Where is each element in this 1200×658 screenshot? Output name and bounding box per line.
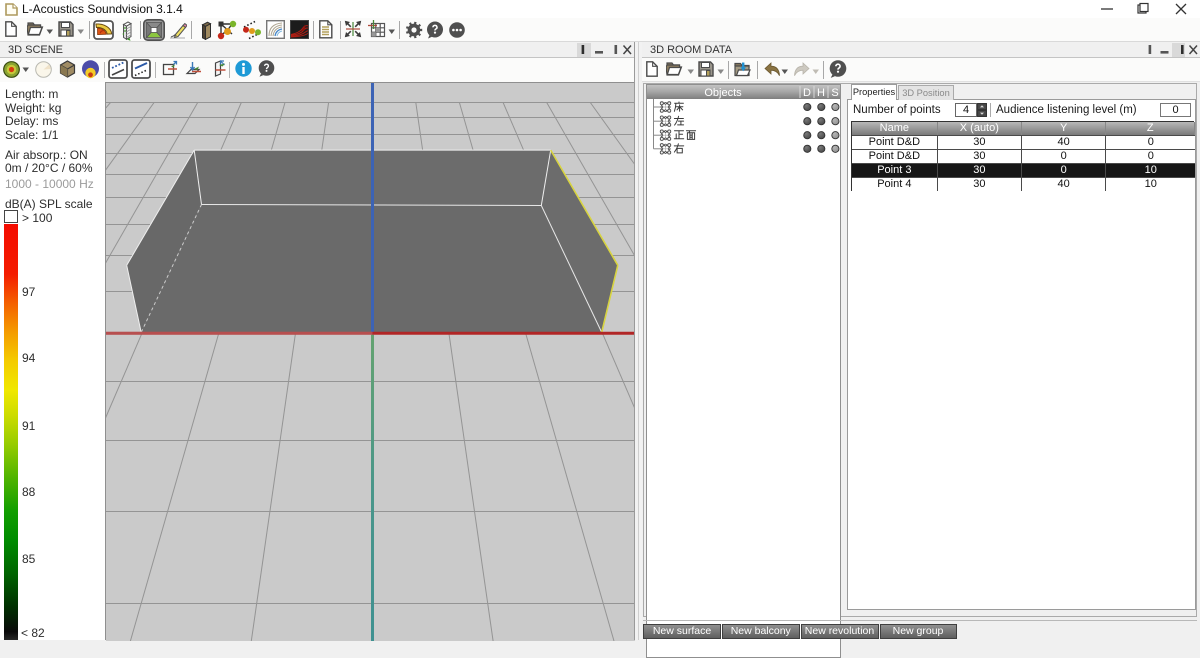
svg-text:Objects: Objects [704,87,742,99]
svg-text:H: H [817,87,825,99]
svg-text:S: S [831,87,838,99]
svg-text:D: D [803,87,811,99]
